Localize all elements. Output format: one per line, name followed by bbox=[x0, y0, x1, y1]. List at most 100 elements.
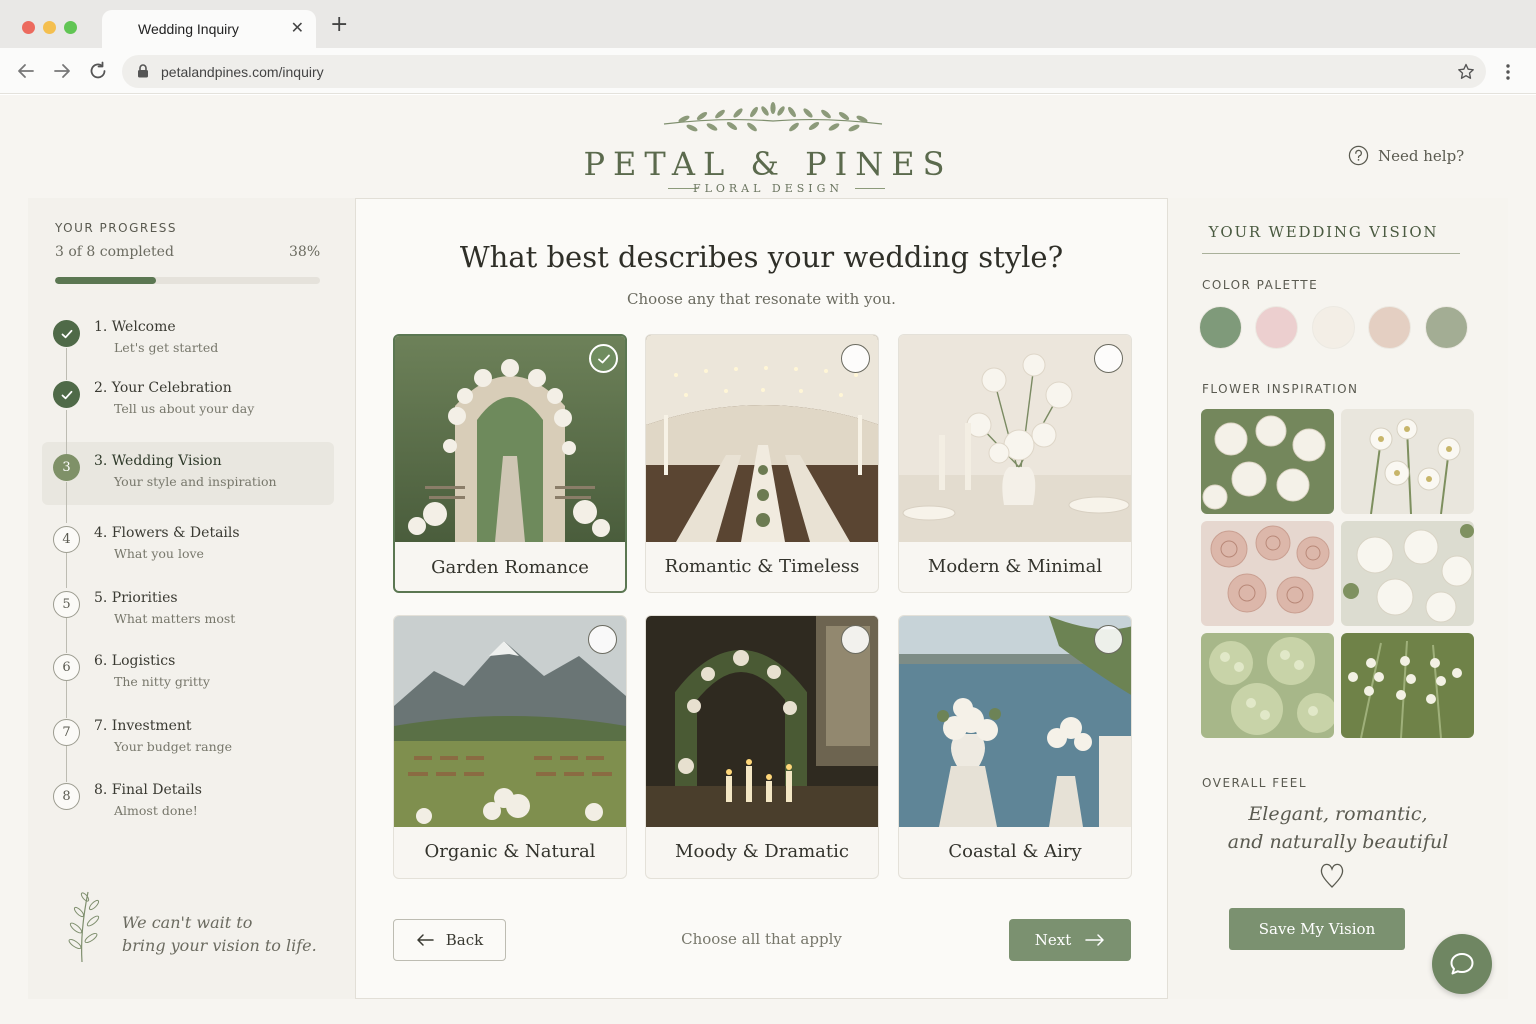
need-help-link[interactable]: Need help? bbox=[1348, 145, 1464, 166]
progress-count: 3 of 8 completed bbox=[55, 244, 174, 260]
style-card-organic-natural[interactable]: Organic & Natural bbox=[393, 615, 627, 879]
step-complete-badge bbox=[53, 381, 80, 408]
minimize-window-button[interactable] bbox=[43, 21, 56, 34]
tab-close-icon[interactable]: ✕ bbox=[291, 18, 304, 37]
step-title: 3. Wedding Vision bbox=[94, 453, 222, 469]
back-label: Back bbox=[445, 931, 484, 949]
flower-image-lily-of-valley[interactable] bbox=[1341, 633, 1474, 738]
step-connector bbox=[66, 410, 67, 458]
palette-swatch bbox=[1368, 306, 1411, 349]
style-card-garden-romance[interactable]: Garden Romance bbox=[393, 334, 627, 593]
feel-line: Elegant, romantic, bbox=[1248, 803, 1428, 825]
style-label: Modern & Minimal bbox=[927, 556, 1103, 577]
lily-of-the-valley-photo bbox=[1341, 633, 1474, 738]
palette-swatch bbox=[1425, 306, 1468, 349]
heart-icon bbox=[1320, 863, 1344, 888]
progress-caption: YOUR PROGRESS bbox=[55, 221, 178, 235]
color-palette-caption: COLOR PALETTE bbox=[1202, 278, 1319, 292]
flower-image-green-hydrangea[interactable] bbox=[1201, 633, 1334, 738]
back-arrow-icon[interactable] bbox=[15, 60, 37, 82]
close-window-button[interactable] bbox=[22, 21, 35, 34]
progress-bar bbox=[55, 277, 320, 284]
brand-name: PETAL & PINES bbox=[583, 145, 953, 183]
arrow-left-icon bbox=[417, 934, 434, 946]
style-checkbox[interactable] bbox=[841, 344, 870, 373]
step-connector bbox=[66, 681, 67, 718]
style-label: Moody & Dramatic bbox=[675, 841, 849, 862]
browser-tab-bar: Wedding Inquiry ✕ + bbox=[0, 0, 1536, 48]
palette-swatch bbox=[1199, 306, 1242, 349]
checkmark-icon bbox=[597, 354, 610, 363]
choose-all-hint: Choose all that apply bbox=[681, 930, 842, 948]
step-connector bbox=[66, 746, 67, 782]
style-label: Romantic & Timeless bbox=[664, 556, 860, 577]
back-button[interactable]: Back bbox=[393, 919, 506, 961]
step-subtitle: Your budget range bbox=[114, 739, 233, 754]
palette-swatch bbox=[1312, 306, 1355, 349]
blush-roses-photo bbox=[1201, 521, 1334, 626]
flower-image-blush-roses[interactable] bbox=[1201, 521, 1334, 626]
help-circle-icon bbox=[1348, 145, 1369, 166]
overall-feel-text: Elegant, romantic, and naturally beautif… bbox=[1168, 800, 1508, 856]
next-button[interactable]: Next bbox=[1009, 919, 1131, 961]
selected-checkbox[interactable] bbox=[589, 344, 618, 373]
next-label: Next bbox=[1034, 931, 1072, 949]
browser-tab[interactable]: Wedding Inquiry ✕ bbox=[102, 10, 316, 48]
garden-arch-photo bbox=[395, 336, 625, 542]
arrow-right-icon bbox=[1085, 934, 1104, 946]
maximize-window-button[interactable] bbox=[64, 21, 77, 34]
overall-feel-caption: OVERALL FEEL bbox=[1202, 776, 1308, 790]
forward-arrow-icon[interactable] bbox=[51, 60, 73, 82]
step-number-badge: 7 bbox=[53, 719, 80, 746]
flower-image-ranunculus[interactable] bbox=[1341, 521, 1474, 626]
flower-inspiration-caption: FLOWER INSPIRATION bbox=[1202, 382, 1359, 396]
style-label: Organic & Natural bbox=[424, 841, 596, 862]
style-checkbox[interactable] bbox=[588, 625, 617, 654]
more-options-icon[interactable] bbox=[1501, 62, 1515, 82]
step-subtitle: The nitty gritty bbox=[114, 674, 210, 689]
step-title: 6. Logistics bbox=[94, 653, 176, 669]
new-tab-button[interactable]: + bbox=[330, 14, 348, 36]
style-card-modern-minimal[interactable]: Modern & Minimal bbox=[898, 334, 1132, 593]
white-roses-photo bbox=[1201, 409, 1334, 514]
quote-line: We can't wait to bbox=[122, 913, 253, 932]
progress-bar-fill bbox=[55, 277, 156, 284]
window-controls bbox=[22, 21, 77, 34]
flower-image-white-roses[interactable] bbox=[1201, 409, 1334, 514]
step-subtitle: What matters most bbox=[114, 611, 236, 626]
step-title: 5. Priorities bbox=[94, 590, 178, 606]
step-number-badge: 8 bbox=[53, 783, 80, 810]
brand-tagline: FLORAL DESIGN bbox=[692, 182, 844, 195]
hydrangea-photo bbox=[1201, 633, 1334, 738]
checkmark-icon bbox=[61, 390, 72, 399]
step-title: 8. Final Details bbox=[94, 782, 202, 798]
reload-icon[interactable] bbox=[87, 60, 109, 82]
style-label: Coastal & Airy bbox=[948, 841, 1082, 862]
help-label: Need help? bbox=[1378, 146, 1465, 165]
step-subtitle: What you love bbox=[114, 546, 204, 561]
daisies-photo bbox=[1341, 409, 1474, 514]
style-card-coastal-airy[interactable]: Coastal & Airy bbox=[898, 615, 1132, 879]
ranunculus-photo bbox=[1341, 521, 1474, 626]
vision-title: YOUR WEDDING VISION bbox=[1208, 223, 1439, 241]
style-checkbox[interactable] bbox=[1094, 625, 1123, 654]
sprig-icon bbox=[68, 891, 100, 963]
bookmark-star-icon[interactable] bbox=[1456, 62, 1476, 82]
step-connector bbox=[66, 618, 67, 653]
style-checkbox[interactable] bbox=[1094, 344, 1123, 373]
step-number-badge: 3 bbox=[53, 454, 80, 481]
step-number-badge: 6 bbox=[53, 654, 80, 681]
quote-line: bring your vision to life. bbox=[122, 936, 317, 955]
style-checkbox[interactable] bbox=[841, 625, 870, 654]
address-bar[interactable] bbox=[122, 55, 1486, 88]
chat-button[interactable] bbox=[1432, 934, 1492, 994]
step-title: 4. Flowers & Details bbox=[94, 525, 240, 541]
botanical-logo-icon bbox=[663, 102, 883, 132]
save-my-vision-button[interactable]: Save My Vision bbox=[1229, 908, 1405, 950]
lock-icon bbox=[138, 64, 148, 78]
flower-image-white-daisies[interactable] bbox=[1341, 409, 1474, 514]
style-card-moody-dramatic[interactable]: Moody & Dramatic bbox=[645, 615, 879, 879]
style-card-romantic-timeless[interactable]: Romantic & Timeless bbox=[645, 334, 879, 593]
step-connector bbox=[66, 553, 67, 588]
palette-swatch bbox=[1255, 306, 1298, 349]
